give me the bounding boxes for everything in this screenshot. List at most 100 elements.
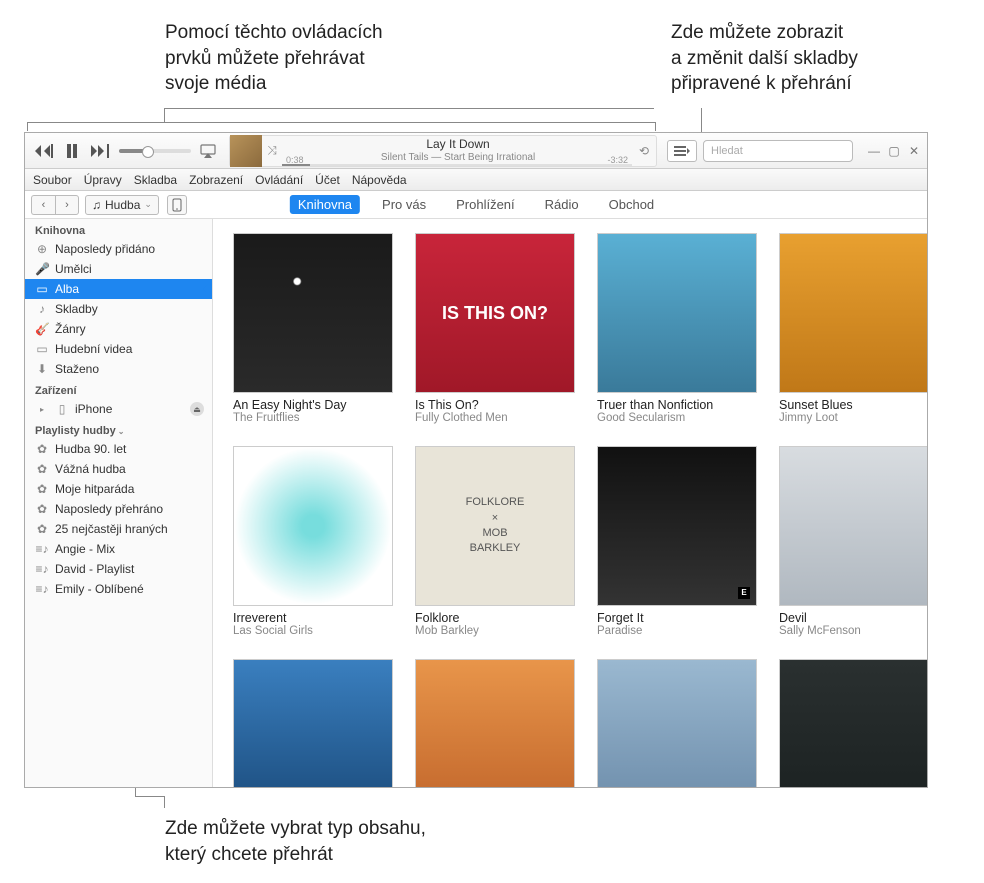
- sidebar-playlist-90s[interactable]: ✿Hudba 90. let: [25, 439, 212, 459]
- album-tile[interactable]: FOLKLORE×MOBBARKLEYFolkloreMob Barkley: [415, 446, 575, 637]
- playback-toolbar: ⤨ Lay It Down Silent Tails — Start Being…: [25, 133, 927, 169]
- maximize-button[interactable]: ▢: [887, 144, 901, 158]
- menu-soubor[interactable]: Soubor: [33, 173, 72, 187]
- callout-top-left: Pomocí těchto ovládacíchprvků můžete pře…: [165, 20, 495, 97]
- album-tile[interactable]: EForget ItParadise: [597, 446, 757, 637]
- album-art: [233, 233, 393, 393]
- sidebar-heading-library: Knihovna: [25, 219, 212, 239]
- pause-button[interactable]: [59, 138, 85, 164]
- gear-icon: ✿: [35, 462, 49, 476]
- search-input[interactable]: [711, 145, 853, 157]
- playlist-icon: ≡♪: [35, 562, 49, 576]
- album-tile[interactable]: IrreverentLas Social Girls: [233, 446, 393, 637]
- sidebar-playlist-top25[interactable]: ✿25 nejčastěji hraných: [25, 519, 212, 539]
- search-field[interactable]: [703, 140, 853, 162]
- forward-button[interactable]: ›: [55, 195, 79, 215]
- menu-upravy[interactable]: Úpravy: [84, 173, 122, 187]
- sidebar-playlist-recently-played[interactable]: ✿Naposledy přehráno: [25, 499, 212, 519]
- previous-button[interactable]: [31, 138, 57, 164]
- album-art: IS THIS ON?: [415, 233, 575, 393]
- navigation-toolbar: ‹ › ♫ Hudba ⌄ Knihovna Pro vás Prohlížen…: [25, 191, 927, 219]
- device-button[interactable]: [167, 195, 187, 215]
- sidebar: Knihovna ⊕Naposledy přidáno 🎤Umělci ▭Alb…: [25, 219, 213, 787]
- sidebar-playlist-angie[interactable]: ≡♪Angie - Mix: [25, 539, 212, 559]
- volume-slider[interactable]: [119, 149, 191, 153]
- sidebar-item-iphone[interactable]: ▸▯iPhone⏏: [25, 399, 212, 419]
- sidebar-playlist-emily[interactable]: ≡♪Emily - Oblíbené: [25, 579, 212, 599]
- sidebar-playlist-classical[interactable]: ✿Vážná hudba: [25, 459, 212, 479]
- microphone-icon: 🎤: [35, 262, 49, 276]
- sidebar-playlist-my-top[interactable]: ✿Moje hitparáda: [25, 479, 212, 499]
- album-tile[interactable]: [415, 659, 575, 787]
- menu-ucet[interactable]: Účet: [315, 173, 340, 187]
- album-art: [233, 446, 393, 606]
- view-tabs: Knihovna Pro vás Prohlížení Rádio Obchod: [290, 195, 662, 214]
- tab-radio[interactable]: Rádio: [537, 195, 587, 214]
- guitar-icon: 🎸: [35, 322, 49, 336]
- album-art: [233, 659, 393, 787]
- callout-connector: [165, 108, 654, 109]
- tab-prohlizeni[interactable]: Prohlížení: [448, 195, 523, 214]
- sidebar-item-songs[interactable]: ♪Skladby: [25, 299, 212, 319]
- album-tile[interactable]: Truer than NonfictionGood Secularism: [597, 233, 757, 424]
- callout-connector: [27, 122, 656, 123]
- repeat-icon[interactable]: ⟲: [634, 144, 656, 158]
- album-art: FOLKLORE×MOBBARKLEY: [415, 446, 575, 606]
- chevron-down-icon[interactable]: ⌄: [118, 427, 125, 436]
- next-button[interactable]: [87, 138, 113, 164]
- chevron-updown-icon: ⌄: [144, 199, 152, 210]
- minimize-button[interactable]: —: [867, 144, 881, 158]
- back-button[interactable]: ‹: [31, 195, 55, 215]
- callout-connector: [135, 796, 165, 797]
- album-tile[interactable]: DevilSally McFenson: [779, 446, 927, 637]
- sidebar-item-genres[interactable]: 🎸Žánry: [25, 319, 212, 339]
- shuffle-icon[interactable]: ⤨: [262, 143, 282, 158]
- callout-connector: [701, 108, 702, 132]
- tab-obchod[interactable]: Obchod: [601, 195, 663, 214]
- up-next-button[interactable]: [667, 140, 697, 162]
- menu-ovladani[interactable]: Ovládání: [255, 173, 303, 187]
- music-note-icon: ♪: [35, 302, 49, 316]
- sidebar-playlist-david[interactable]: ≡♪David - Playlist: [25, 559, 212, 579]
- now-playing-title: Lay It Down: [282, 137, 634, 151]
- album-tile[interactable]: [233, 659, 393, 787]
- media-type-picker[interactable]: ♫ Hudba ⌄: [85, 195, 159, 215]
- video-icon: ▭: [35, 342, 49, 356]
- callout-bottom: Zde můžete vybrat typ obsahu,který chcet…: [165, 816, 565, 867]
- sidebar-item-artists[interactable]: 🎤Umělci: [25, 259, 212, 279]
- tab-knihovna[interactable]: Knihovna: [290, 195, 360, 214]
- album-art: E: [597, 446, 757, 606]
- sidebar-item-albums[interactable]: ▭Alba: [25, 279, 212, 299]
- sidebar-item-recently-added[interactable]: ⊕Naposledy přidáno: [25, 239, 212, 259]
- sidebar-item-downloaded[interactable]: ⬇Staženo: [25, 359, 212, 379]
- phone-icon: ▯: [55, 402, 69, 416]
- gear-icon: ✿: [35, 502, 49, 516]
- album-art: [779, 233, 927, 393]
- sidebar-item-music-videos[interactable]: ▭Hudební videa: [25, 339, 212, 359]
- album-tile[interactable]: IS THIS ON?Is This On?Fully Clothed Men: [415, 233, 575, 424]
- album-tile[interactable]: [597, 659, 757, 787]
- album-grid[interactable]: An Easy Night's DayThe Fruitflies IS THI…: [213, 219, 927, 787]
- album-tile[interactable]: An Easy Night's DayThe Fruitflies: [233, 233, 393, 424]
- now-playing-display[interactable]: ⤨ Lay It Down Silent Tails — Start Being…: [229, 135, 657, 167]
- tab-pro-vas[interactable]: Pro vás: [374, 195, 434, 214]
- eject-icon[interactable]: ⏏: [190, 402, 204, 416]
- close-button[interactable]: ✕: [907, 144, 921, 158]
- gear-icon: ✿: [35, 482, 49, 496]
- airplay-button[interactable]: [197, 140, 219, 162]
- callout-top-right: Zde můžete zobrazita změnit další skladb…: [671, 20, 981, 97]
- album-tile[interactable]: [779, 659, 927, 787]
- album-art: [597, 659, 757, 787]
- playlist-icon: ≡♪: [35, 542, 49, 556]
- gear-icon: ✿: [35, 522, 49, 536]
- menu-napoveda[interactable]: Nápověda: [352, 173, 407, 187]
- menu-zobrazeni[interactable]: Zobrazení: [189, 173, 243, 187]
- playback-progress[interactable]: [282, 164, 632, 166]
- recently-added-icon: ⊕: [35, 242, 49, 256]
- menu-skladba[interactable]: Skladba: [134, 173, 177, 187]
- callout-connector: [655, 122, 656, 131]
- album-icon: ▭: [35, 282, 49, 296]
- menu-bar: Soubor Úpravy Skladba Zobrazení Ovládání…: [25, 169, 927, 191]
- album-tile[interactable]: Sunset BluesJimmy Loot: [779, 233, 927, 424]
- explicit-badge: E: [738, 587, 750, 599]
